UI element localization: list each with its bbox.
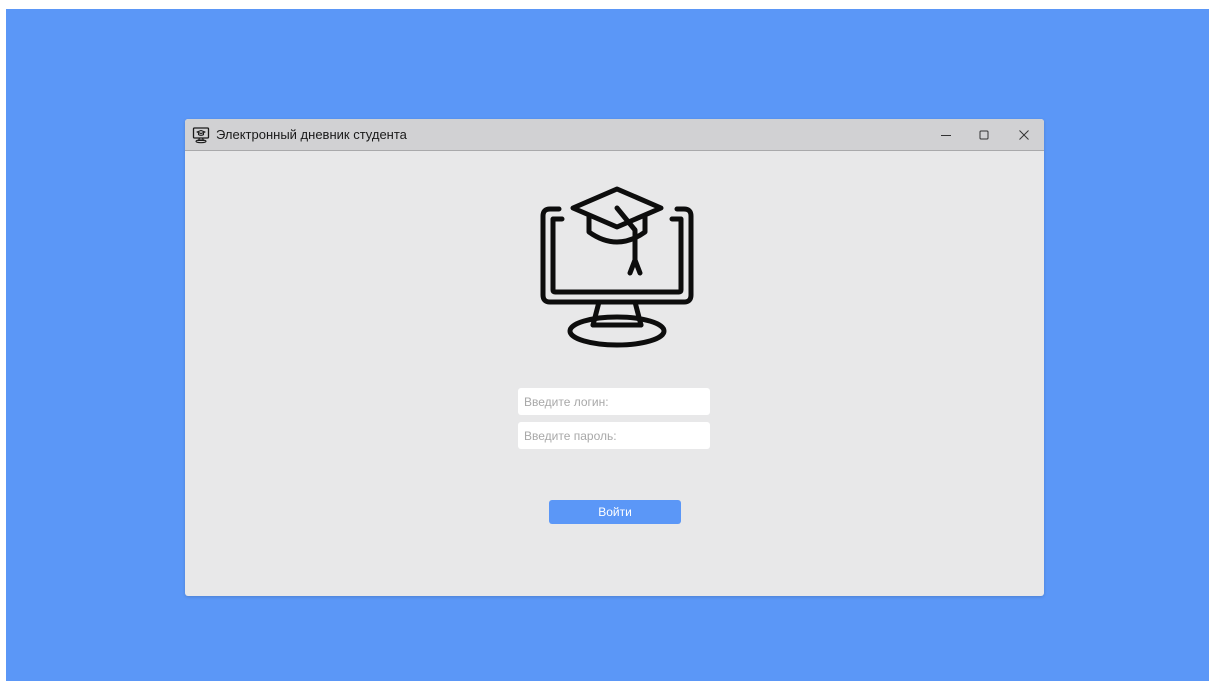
- app-icon: [192, 127, 210, 144]
- login-input[interactable]: [518, 388, 710, 415]
- close-button[interactable]: [1004, 119, 1044, 150]
- graduation-cap-monitor-icon: [540, 186, 694, 348]
- login-button[interactable]: Войти: [549, 500, 681, 524]
- minimize-icon: [941, 134, 951, 136]
- title-bar[interactable]: Электронный дневник студента: [185, 119, 1044, 151]
- window-title: Электронный дневник студента: [216, 127, 407, 142]
- close-icon: [1019, 129, 1029, 140]
- minimize-button[interactable]: [926, 119, 966, 150]
- login-button-label: Войти: [598, 505, 632, 519]
- app-window: Электронный дневник студента Введите лог…: [185, 119, 1044, 596]
- maximize-icon: [979, 130, 989, 139]
- desktop-background: Электронный дневник студента Введите лог…: [6, 9, 1209, 681]
- maximize-button[interactable]: [964, 119, 1004, 150]
- password-input[interactable]: [518, 422, 710, 449]
